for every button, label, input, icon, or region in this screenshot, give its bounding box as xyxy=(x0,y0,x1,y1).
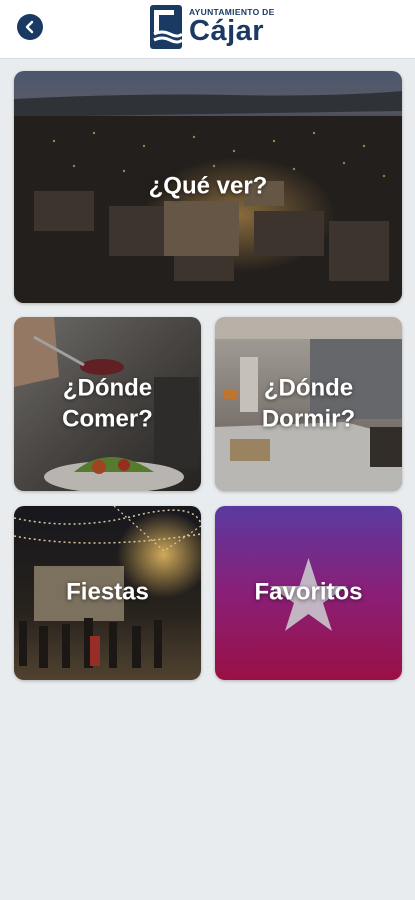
tile-donde-dormir[interactable]: ¿Dónde Dormir? xyxy=(215,317,402,491)
tile-donde-dormir-label: ¿Dónde Dormir? xyxy=(261,374,356,432)
tile-que-ver-label: ¿Qué ver? xyxy=(148,172,268,200)
cajar-logo: AYUNTAMIENTO DE Cájar xyxy=(149,4,274,52)
cajar-emblem-icon xyxy=(150,5,183,49)
tile-favoritos-label: Favoritos xyxy=(254,578,363,606)
app-header: AYUNTAMIENTO DE Cájar xyxy=(0,0,415,59)
tile-favoritos[interactable]: Favoritos xyxy=(215,506,402,680)
tile-que-ver[interactable]: ¿Qué ver? xyxy=(14,71,402,303)
logo-title: Cájar xyxy=(189,15,265,47)
tile-fiestas-label: Fiestas xyxy=(66,578,149,606)
tile-donde-comer[interactable]: ¿Dónde Comer? xyxy=(14,317,201,491)
tile-fiestas[interactable]: Fiestas xyxy=(14,506,201,680)
tile-donde-comer-label: ¿Dónde Comer? xyxy=(62,374,153,432)
back-button[interactable] xyxy=(17,14,43,40)
arrow-left-icon xyxy=(25,20,34,34)
